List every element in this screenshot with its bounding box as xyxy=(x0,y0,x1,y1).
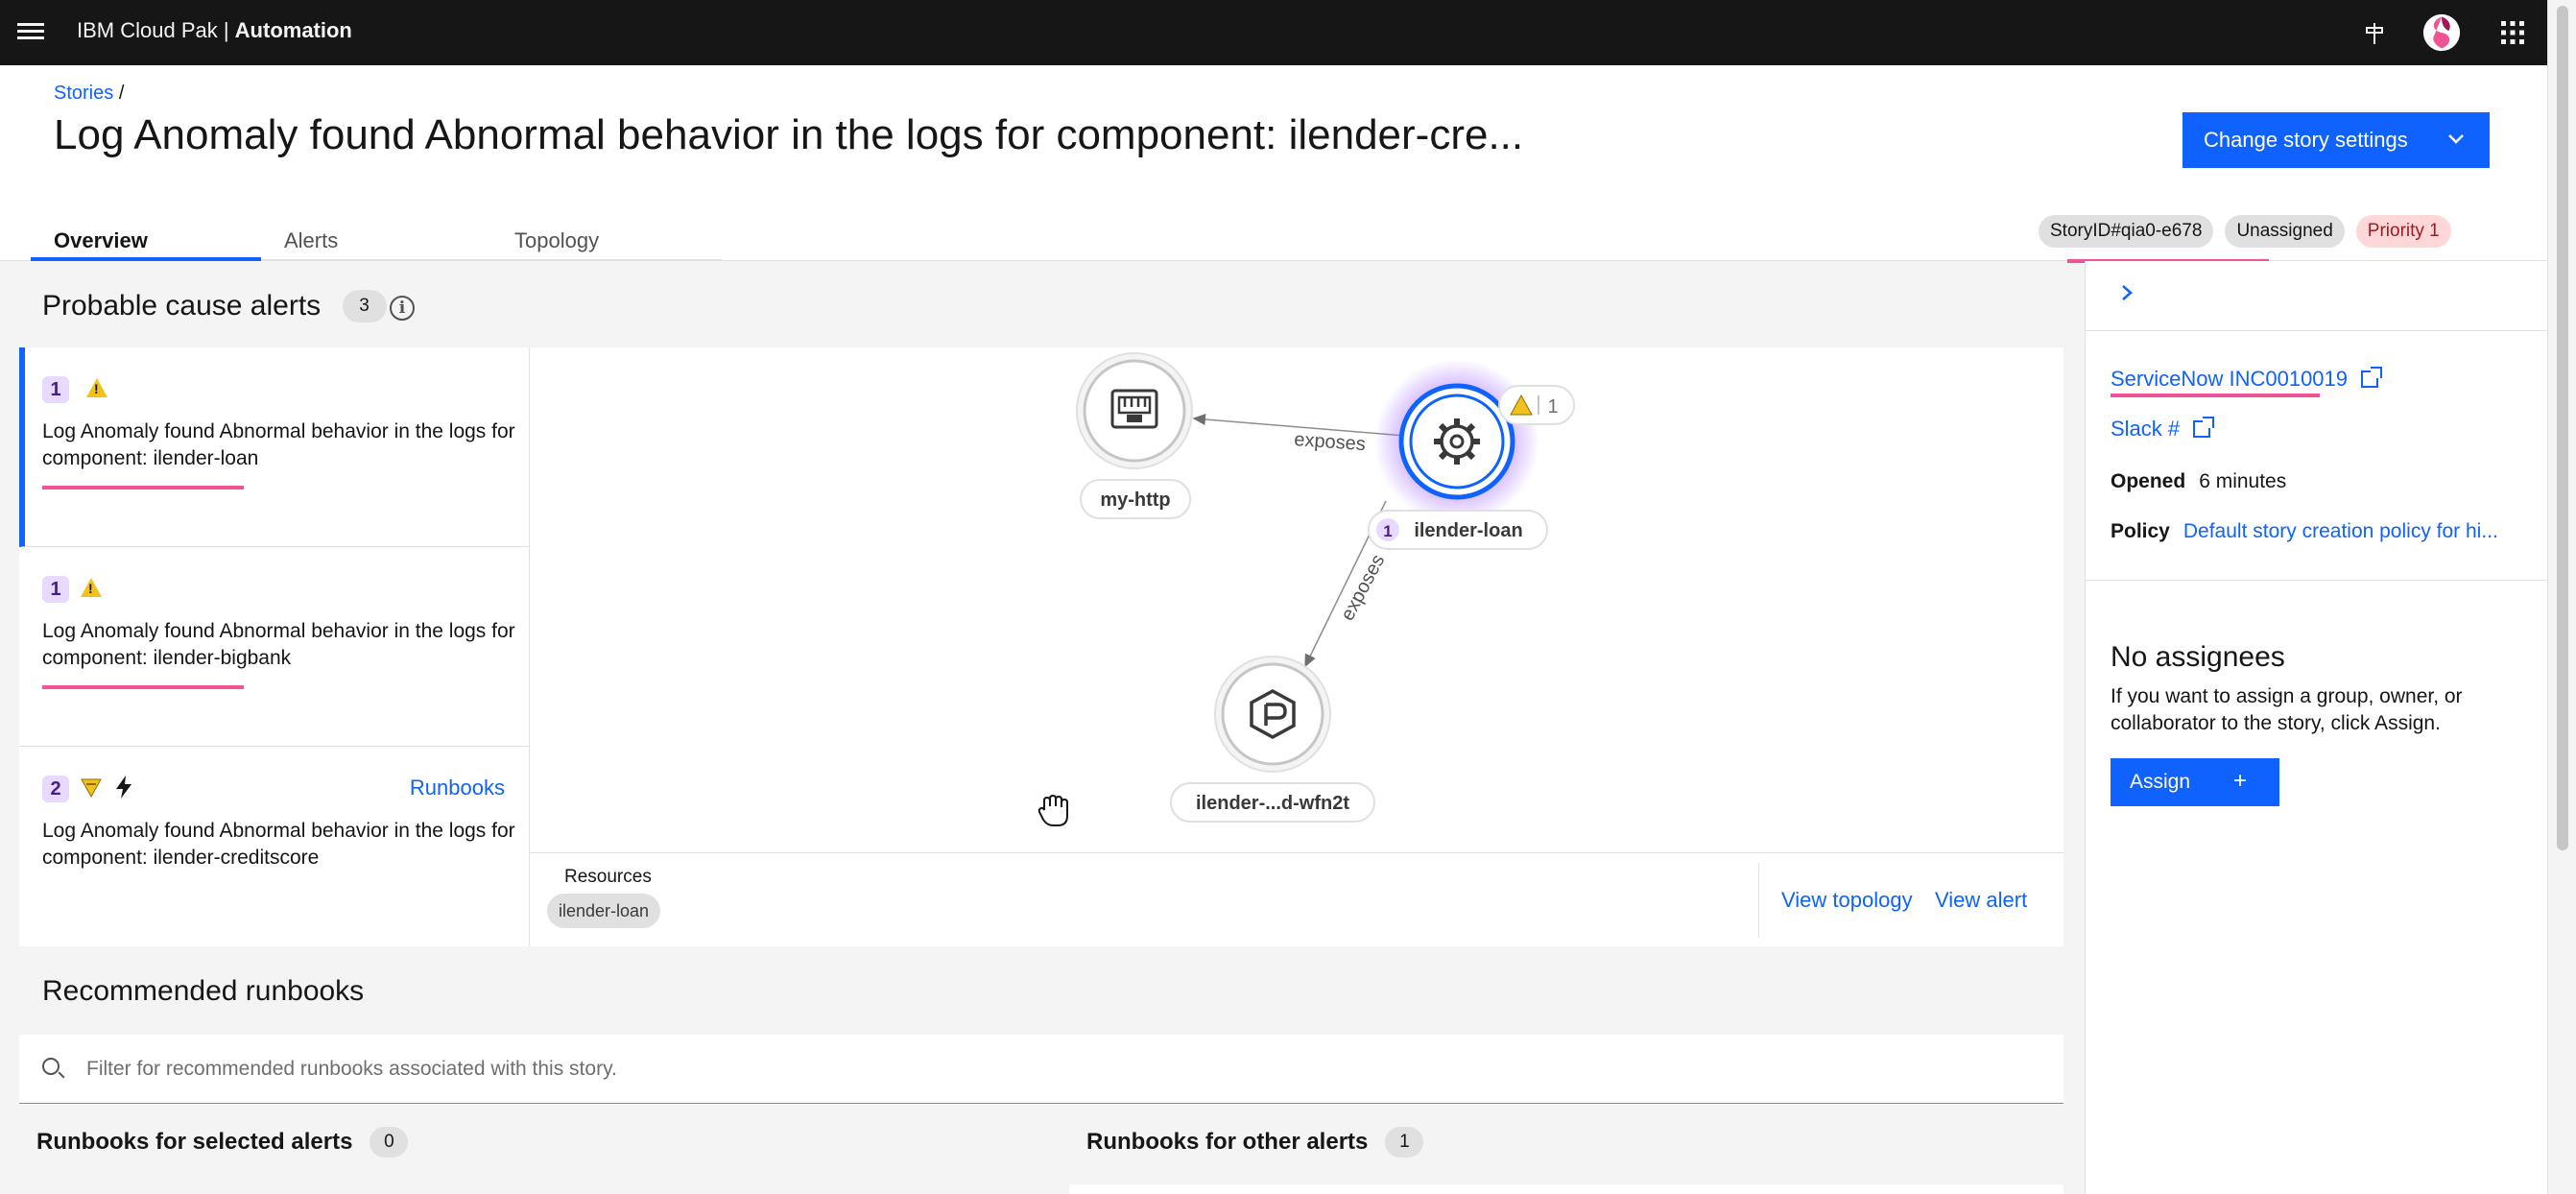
highlight-underline xyxy=(2111,394,2320,397)
lightning-icon xyxy=(116,776,131,799)
page-scrollbar[interactable] xyxy=(2547,0,2576,1194)
recommended-runbooks-title: Recommended runbooks xyxy=(42,975,365,1007)
hand-cursor-icon xyxy=(1038,794,1068,826)
runbooks-selected-header: Runbooks for selected alerts 0 xyxy=(36,1127,409,1158)
divider xyxy=(2086,580,2548,581)
alert-item[interactable]: 1 Log Anomaly found Abnormal behavior in… xyxy=(19,347,530,547)
slack-link[interactable]: Slack # xyxy=(2111,417,2215,442)
runbooks-other-label: Runbooks for other alerts xyxy=(1086,1129,1369,1155)
page-title: Log Anomaly found Abnormal behavior in t… xyxy=(54,111,1524,158)
servicenow-link[interactable]: ServiceNow INC0010019 xyxy=(2111,367,2383,392)
launch-icon xyxy=(2361,367,2383,388)
assign-button[interactable]: Assign + xyxy=(2111,758,2279,806)
highlight-underline xyxy=(42,486,244,490)
tab-alerts[interactable]: Alerts xyxy=(261,211,491,261)
probable-cause-alert-list: 1 Log Anomaly found Abnormal behavior in… xyxy=(19,347,530,946)
runbooks-other-header: Runbooks for other alerts 1 xyxy=(1086,1127,1424,1158)
slack-link-label: Slack # xyxy=(2111,417,2181,441)
edge-label: exposes xyxy=(1294,429,1367,455)
warning-triangle-icon xyxy=(86,378,107,397)
runbooks-selected-label: Runbooks for selected alerts xyxy=(36,1129,353,1155)
assign-description: If you want to assign a group, owner, or… xyxy=(2111,685,2463,734)
probable-cause-heading: Probable cause alerts xyxy=(42,290,322,322)
highlight-underline xyxy=(42,685,244,689)
avatar[interactable] xyxy=(2422,13,2461,52)
change-story-settings-label: Change story settings xyxy=(2204,128,2408,152)
launch-icon xyxy=(2193,417,2215,438)
alert-summary: Log Anomaly found Abnormal behavior in t… xyxy=(42,420,515,469)
scrollbar-thumb[interactable] xyxy=(2557,6,2568,850)
breadcrumb-stories-link[interactable]: Stories xyxy=(54,83,113,104)
topology-view[interactable]: exposes exposes my-http 1 1 ilender-loan… xyxy=(530,347,2063,852)
story-id-tag: StoryID#qia0-e678 xyxy=(2039,215,2214,248)
menu-icon[interactable] xyxy=(17,19,44,46)
alert-item[interactable]: 2 Runbooks Log Anomaly found Abnormal be… xyxy=(19,747,530,946)
node-rank-badge: 1 xyxy=(1383,522,1392,540)
resources-bar: Resources ilender-loan View topology Vie… xyxy=(530,852,2063,946)
pin-icon[interactable] xyxy=(2355,13,2394,52)
node-label: my-http xyxy=(1100,490,1170,511)
runbook-filter xyxy=(19,1035,2063,1104)
view-alert-link[interactable]: View alert xyxy=(1935,888,2027,913)
brand-product: Automation xyxy=(234,18,352,42)
divider xyxy=(2086,330,2548,331)
runbooks-other-table xyxy=(1069,1184,2063,1194)
resources-label: Resources xyxy=(564,867,652,887)
probable-cause-count: 3 xyxy=(342,290,387,322)
servicenow-link-label: ServiceNow INC0010019 xyxy=(2111,367,2349,391)
policy-link[interactable]: Default story creation policy for hi... xyxy=(2183,520,2498,542)
runbooks-selected-count: 0 xyxy=(370,1127,409,1158)
collapse-panel-icon[interactable] xyxy=(2120,282,2134,309)
probable-cause-title: Probable cause alerts 3 xyxy=(42,290,387,322)
story-header: Stories / Log Anomaly found Abnormal beh… xyxy=(0,65,2547,263)
alert-rank-badge: 1 xyxy=(42,576,69,603)
node-alert-count: 1 xyxy=(1547,396,1558,418)
tab-topology[interactable]: Topology xyxy=(491,211,722,261)
topology-node-pod[interactable]: ilender-...d-wfn2t xyxy=(1170,656,1375,823)
runbook-filter-input[interactable] xyxy=(86,1052,2006,1087)
priority-tag: Priority 1 xyxy=(2355,215,2451,248)
topology-graph[interactable]: exposes exposes my-http 1 1 ilender-loan… xyxy=(530,347,2063,852)
runbooks-other-count: 1 xyxy=(1385,1127,1424,1158)
add-icon: + xyxy=(2232,768,2247,794)
opened-row: Opened 6 minutes xyxy=(2111,470,2286,493)
view-topology-link[interactable]: View topology xyxy=(1781,888,1913,913)
node-label: ilender-loan xyxy=(1414,520,1522,541)
no-assignees-heading: No assignees xyxy=(2111,641,2285,673)
alert-summary: Log Anomaly found Abnormal behavior in t… xyxy=(42,620,515,669)
alert-summary: Log Anomaly found Abnormal behavior in t… xyxy=(42,820,515,869)
assign-button-label: Assign xyxy=(2130,771,2191,793)
brand-prefix: IBM Cloud Pak | xyxy=(77,18,235,42)
divider xyxy=(1758,863,1759,938)
opened-value: 6 minutes xyxy=(2199,470,2287,492)
warning-triangle-icon xyxy=(81,578,102,597)
minor-triangle-icon xyxy=(81,778,102,799)
chevron-down-icon xyxy=(2448,134,2464,144)
search-icon xyxy=(42,1058,60,1075)
story-details-panel: ServiceNow INC0010019 Slack # Opened 6 mi… xyxy=(2085,261,2548,1194)
tab-overview[interactable]: Overview xyxy=(31,211,261,261)
info-icon[interactable]: i xyxy=(390,296,415,321)
story-tabs: Overview Alerts Topology xyxy=(31,211,722,261)
resource-tag: ilender-loan xyxy=(547,894,661,928)
alert-item[interactable]: 1 Log Anomaly found Abnormal behavior in… xyxy=(19,547,530,747)
breadcrumb-separator: / xyxy=(118,83,125,104)
node-label: ilender-...d-wfn2t xyxy=(1196,793,1349,814)
breadcrumb: Stories / xyxy=(54,83,124,105)
edge-label: exposes xyxy=(1337,551,1389,624)
top-nav-bar: IBM Cloud Pak | Automation xyxy=(0,0,2547,65)
topology-node-ilender-loan[interactable]: 1 1 ilender-loan xyxy=(1368,359,1575,550)
app-switcher-icon[interactable] xyxy=(2493,13,2532,52)
alert-rank-badge: 2 xyxy=(42,776,69,802)
opened-label: Opened xyxy=(2111,470,2186,492)
policy-label: Policy xyxy=(2111,520,2170,542)
topology-node-my-http[interactable]: my-http xyxy=(1076,352,1193,519)
app-brand[interactable]: IBM Cloud Pak | Automation xyxy=(77,18,352,43)
policy-row: Policy Default story creation policy for … xyxy=(2111,520,2498,543)
story-tags: StoryID#qia0-e678 Unassigned Priority 1 xyxy=(2039,215,2451,248)
change-story-settings-button[interactable]: Change story settings xyxy=(2182,112,2490,168)
alert-rank-badge: 1 xyxy=(42,376,69,403)
assignment-status-tag: Unassigned xyxy=(2225,215,2345,248)
runbooks-link[interactable]: Runbooks xyxy=(410,776,505,800)
